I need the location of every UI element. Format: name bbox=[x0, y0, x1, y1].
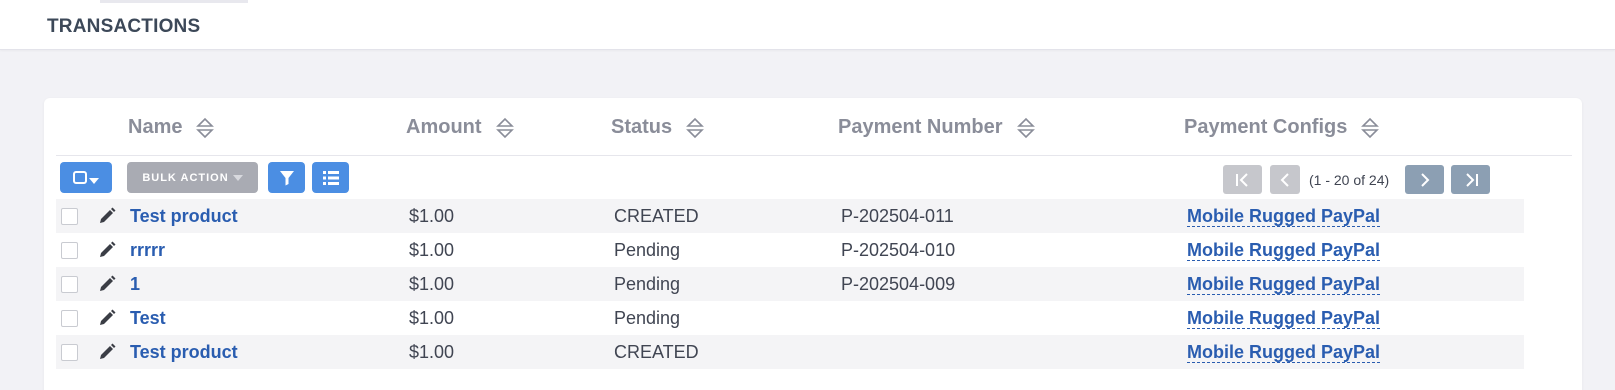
table-toolbar: BULK ACTION (1 - 20 of 24) bbox=[56, 156, 1572, 204]
status-cell: Pending bbox=[614, 274, 681, 294]
sort-icon[interactable] bbox=[1015, 117, 1037, 139]
sort-icon[interactable] bbox=[494, 117, 516, 139]
transaction-name-link[interactable]: Test product bbox=[130, 206, 238, 227]
chevron-right-icon bbox=[1420, 172, 1429, 187]
first-page-icon bbox=[1235, 172, 1248, 187]
column-header-label: Payment Configs bbox=[1184, 116, 1348, 138]
column-header-label: Name bbox=[128, 116, 183, 138]
amount-cell: $1.00 bbox=[409, 206, 455, 226]
edit-icon[interactable] bbox=[97, 274, 117, 294]
column-header-amount[interactable]: Amount bbox=[406, 116, 516, 139]
column-header-payment-configs[interactable]: Payment Configs bbox=[1184, 116, 1381, 139]
sort-icon[interactable] bbox=[684, 117, 706, 139]
amount-cell: $1.00 bbox=[409, 274, 455, 294]
payment-config-link[interactable]: Mobile Rugged PayPal bbox=[1187, 206, 1381, 227]
top-bar: TRANSACTIONS bbox=[0, 0, 1615, 50]
amount-cell: $1.00 bbox=[409, 308, 455, 328]
table-row[interactable]: Test product $1.00 CREATED P-202504-011 … bbox=[56, 199, 1524, 233]
transaction-name-link[interactable]: rrrrr bbox=[130, 240, 165, 261]
amount-cell: $1.00 bbox=[409, 342, 455, 362]
column-header-name[interactable]: Name bbox=[128, 116, 216, 139]
filter-icon bbox=[279, 170, 294, 185]
previous-page-button[interactable] bbox=[1270, 165, 1300, 194]
pagination-range: (1 - 20 of 24) bbox=[1309, 172, 1390, 188]
row-checkbox[interactable] bbox=[61, 208, 78, 225]
page-title: TRANSACTIONS bbox=[47, 16, 201, 37]
column-header-status[interactable]: Status bbox=[611, 116, 706, 139]
payment-number-cell: P-202504-009 bbox=[841, 274, 956, 294]
next-page-button[interactable] bbox=[1405, 165, 1444, 194]
payment-number-cell: P-202504-010 bbox=[841, 240, 956, 260]
edit-icon[interactable] bbox=[97, 342, 117, 362]
filter-button[interactable] bbox=[268, 162, 305, 193]
bulk-action-label: BULK ACTION bbox=[142, 171, 229, 184]
payment-config-link[interactable]: Mobile Rugged PayPal bbox=[1187, 308, 1381, 329]
column-header-label: Payment Number bbox=[838, 116, 1003, 138]
status-cell: CREATED bbox=[614, 342, 699, 362]
last-page-icon bbox=[1465, 172, 1478, 187]
edit-icon[interactable] bbox=[97, 308, 117, 328]
status-cell: Pending bbox=[614, 308, 681, 328]
columns-button[interactable] bbox=[312, 162, 349, 193]
table-header: Name Amount Status Payment Number Paymen… bbox=[56, 98, 1572, 156]
payment-number-cell: P-202504-011 bbox=[841, 206, 954, 226]
first-page-button[interactable] bbox=[1223, 165, 1262, 194]
payment-config-link[interactable]: Mobile Rugged PayPal bbox=[1187, 240, 1381, 261]
select-all-button[interactable] bbox=[60, 162, 112, 193]
table-row[interactable]: Test product $1.00 CREATED Mobile Rugged… bbox=[56, 335, 1524, 369]
edit-icon[interactable] bbox=[97, 240, 117, 260]
status-cell: Pending bbox=[614, 240, 681, 260]
sort-icon[interactable] bbox=[194, 117, 216, 139]
payment-config-link[interactable]: Mobile Rugged PayPal bbox=[1187, 274, 1381, 295]
chevron-down-icon bbox=[89, 177, 99, 184]
payment-config-link[interactable]: Mobile Rugged PayPal bbox=[1187, 342, 1381, 363]
table-row[interactable]: 1 $1.00 Pending P-202504-009 Mobile Rugg… bbox=[56, 267, 1524, 301]
list-icon bbox=[322, 170, 339, 185]
column-header-label: Status bbox=[611, 116, 673, 138]
sort-icon[interactable] bbox=[1359, 117, 1381, 139]
edit-icon[interactable] bbox=[97, 206, 117, 226]
table-row[interactable]: rrrrr $1.00 Pending P-202504-010 Mobile … bbox=[56, 233, 1524, 267]
table-row[interactable]: Test $1.00 Pending Mobile Rugged PayPal bbox=[56, 301, 1524, 335]
row-checkbox[interactable] bbox=[61, 344, 78, 361]
row-checkbox[interactable] bbox=[61, 310, 78, 327]
transactions-panel: Name Amount Status Payment Number Paymen… bbox=[44, 98, 1582, 390]
bulk-action-button[interactable]: BULK ACTION bbox=[127, 162, 258, 193]
transaction-name-link[interactable]: 1 bbox=[130, 274, 140, 295]
tab-indicator bbox=[100, 0, 248, 3]
transaction-name-link[interactable]: Test bbox=[130, 308, 166, 329]
status-cell: CREATED bbox=[614, 206, 699, 226]
amount-cell: $1.00 bbox=[409, 240, 455, 260]
transaction-name-link[interactable]: Test product bbox=[130, 342, 238, 363]
last-page-button[interactable] bbox=[1451, 165, 1490, 194]
column-header-payment-number[interactable]: Payment Number bbox=[838, 116, 1037, 139]
row-checkbox[interactable] bbox=[61, 276, 78, 293]
column-header-label: Amount bbox=[406, 116, 482, 138]
select-all-icon bbox=[73, 171, 87, 184]
chevron-down-icon bbox=[232, 174, 243, 181]
row-checkbox[interactable] bbox=[61, 242, 78, 259]
chevron-left-icon bbox=[1280, 172, 1289, 187]
